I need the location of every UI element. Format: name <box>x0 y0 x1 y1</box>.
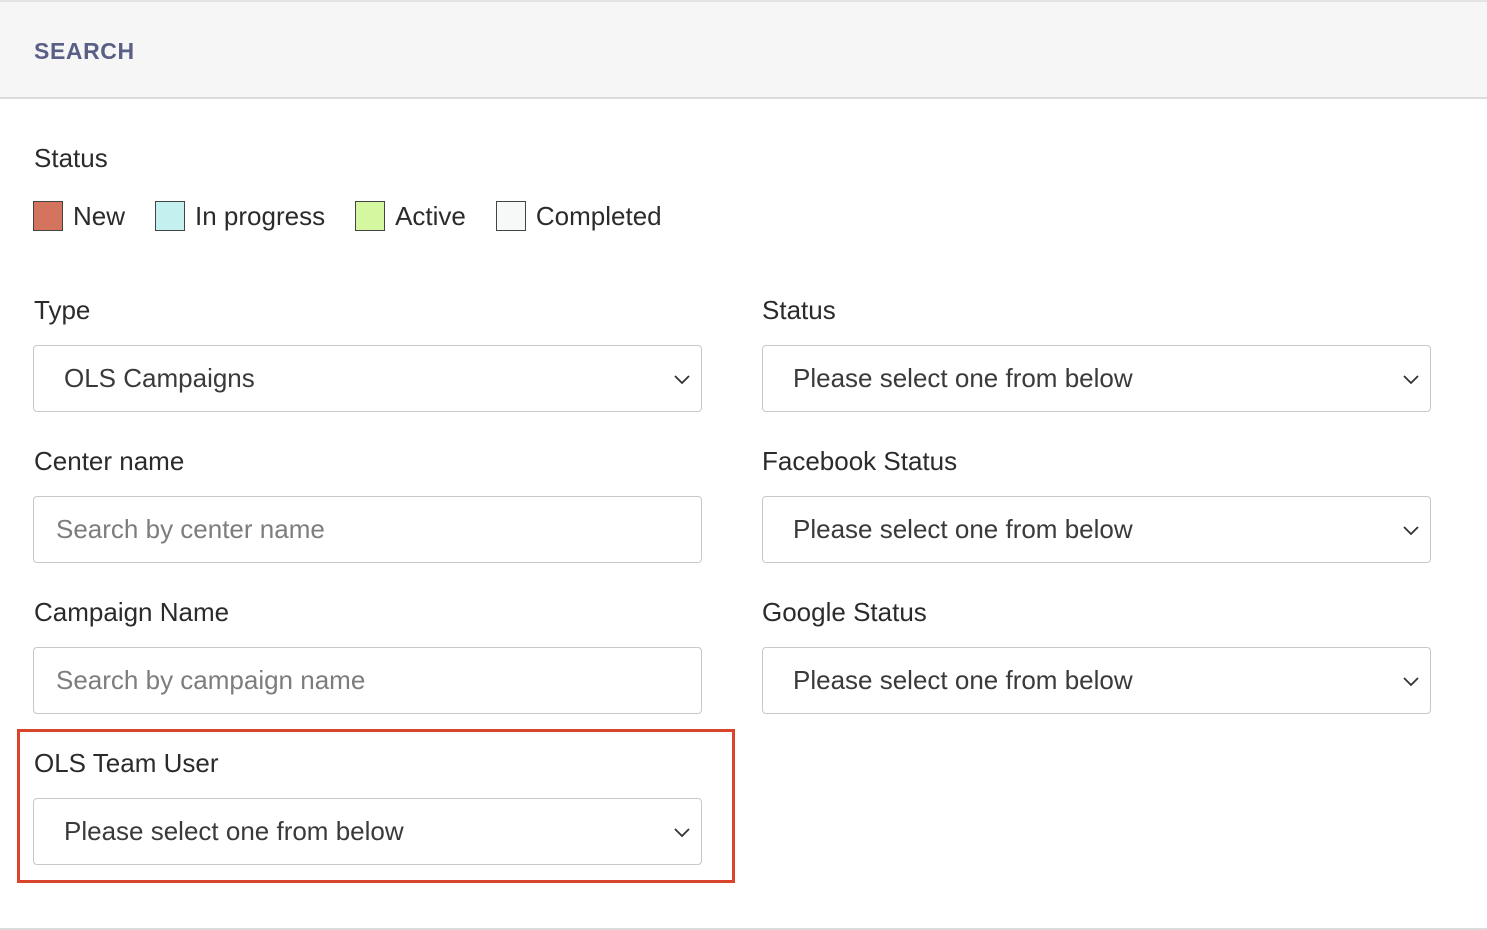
legend-swatch-completed <box>495 201 526 231</box>
legend-label-in-progress: In progress <box>195 200 326 231</box>
status-legend-title: Status <box>34 143 108 173</box>
center-name-label: Center name <box>34 446 185 476</box>
legend-label-new: New <box>73 200 126 231</box>
legend-swatch-new <box>33 201 63 231</box>
status-select[interactable]: Please select one from below <box>762 345 1431 412</box>
type-select-value: OLS Campaigns <box>64 363 255 393</box>
status-label: Status <box>762 295 836 325</box>
center-name-input[interactable] <box>34 497 701 562</box>
google-status-label: Google Status <box>762 597 927 627</box>
campaign-name-label: Campaign Name <box>34 597 230 627</box>
type-label: Type <box>34 295 91 325</box>
ols-team-user-label: OLS Team User <box>34 748 219 778</box>
ols-team-user-select[interactable]: Please select one from below <box>33 798 702 865</box>
search-panel: SEARCH Status New In progress Active Com… <box>0 0 1487 930</box>
chevron-down-icon <box>1403 526 1419 536</box>
legend-item-new: New <box>33 201 125 232</box>
facebook-status-select[interactable]: Please select one from below <box>762 496 1431 563</box>
center-name-field <box>33 496 702 563</box>
legend-swatch-active <box>355 201 386 231</box>
chevron-down-icon <box>674 828 690 838</box>
legend-item-in-progress: In progress <box>155 201 325 232</box>
chevron-down-icon <box>1403 677 1419 687</box>
campaign-name-field <box>33 647 702 714</box>
type-select[interactable]: OLS Campaigns <box>33 345 702 412</box>
google-status-select-value: Please select one from below <box>793 665 1133 695</box>
chevron-down-icon <box>674 375 690 385</box>
chevron-down-icon <box>1403 375 1419 385</box>
ols-team-user-select-value: Please select one from below <box>64 816 404 846</box>
status-legend: New In progress Active Completed <box>33 199 692 233</box>
facebook-status-label: Facebook Status <box>762 446 958 476</box>
panel-title: SEARCH <box>34 38 135 64</box>
legend-label-completed: Completed <box>535 200 662 231</box>
legend-label-active: Active <box>395 200 466 231</box>
google-status-select[interactable]: Please select one from below <box>762 647 1431 714</box>
campaign-name-input[interactable] <box>34 648 701 713</box>
legend-item-active: Active <box>355 201 466 232</box>
panel-header: SEARCH <box>0 2 1487 99</box>
facebook-status-select-value: Please select one from below <box>793 514 1133 544</box>
status-select-value: Please select one from below <box>793 363 1133 393</box>
legend-swatch-in-progress <box>155 201 186 231</box>
legend-item-completed: Completed <box>495 200 662 232</box>
